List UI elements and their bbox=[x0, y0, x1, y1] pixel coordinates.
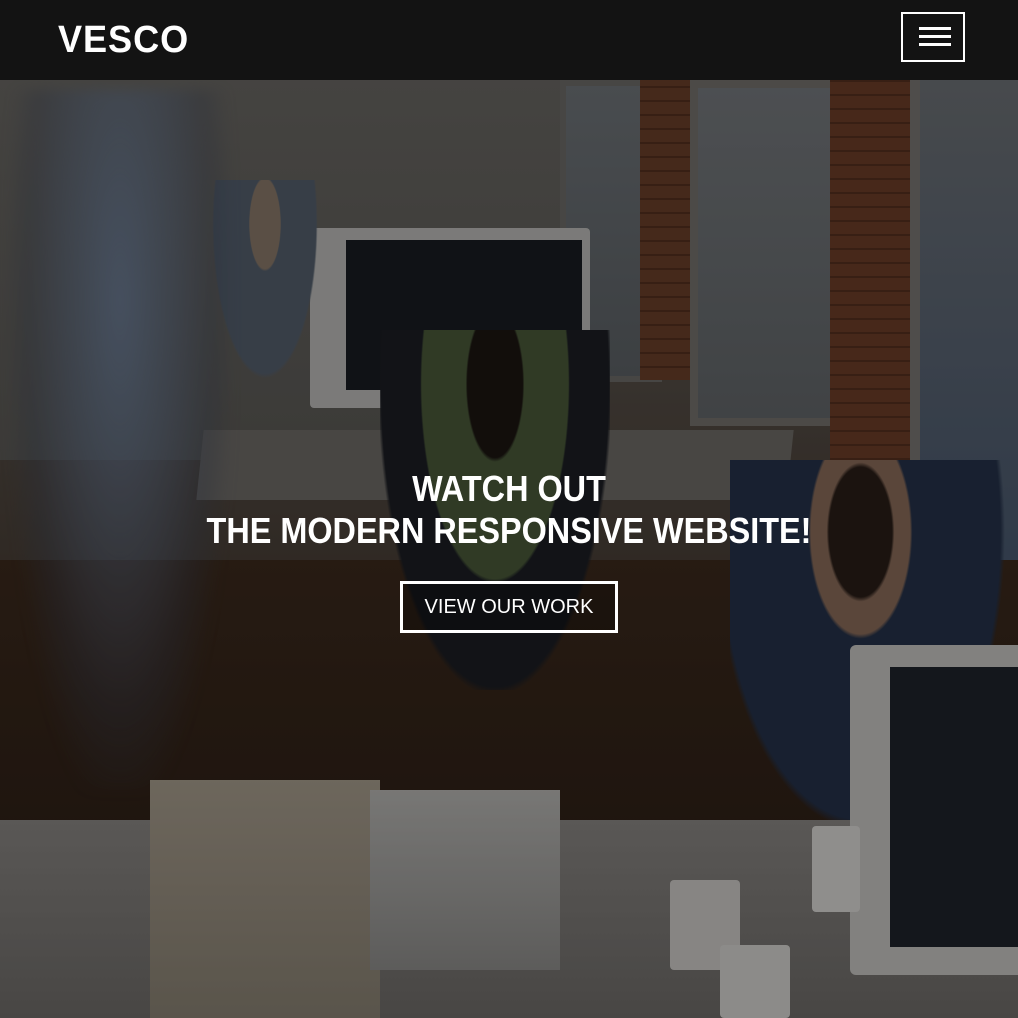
brand-logo[interactable]: VESCO bbox=[58, 18, 189, 62]
menu-bar bbox=[919, 27, 951, 30]
menu-bar bbox=[919, 35, 951, 38]
hero-content: WATCH OUT THE MODERN RESPONSIVE WEBSITE!… bbox=[0, 468, 1018, 633]
hero-headline-line1: WATCH OUT bbox=[412, 468, 606, 509]
hamburger-menu-icon[interactable] bbox=[901, 12, 965, 62]
menu-bar bbox=[919, 43, 951, 46]
navbar: VESCO bbox=[0, 0, 1018, 80]
view-our-work-button[interactable]: VIEW OUR WORK bbox=[400, 581, 618, 633]
hero-headline-line2: THE MODERN RESPONSIVE WEBSITE! bbox=[206, 510, 812, 551]
